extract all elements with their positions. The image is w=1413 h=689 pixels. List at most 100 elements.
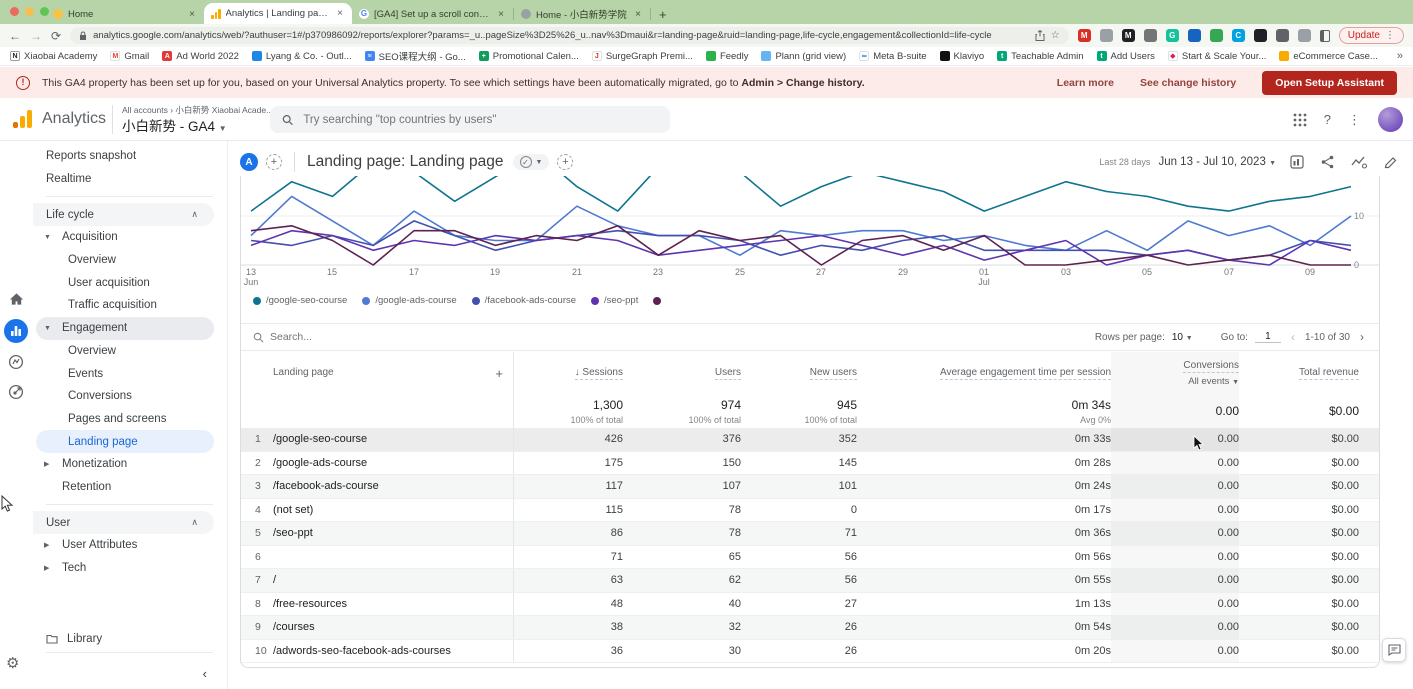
advertising-icon[interactable] [4, 380, 28, 404]
analytics-logo-icon[interactable] [13, 110, 32, 128]
browser-menu-icon[interactable]: ⋮ [1385, 30, 1395, 41]
explore-icon[interactable] [4, 350, 28, 374]
browser-tab-school-home[interactable]: Home - 小白新势学院 × [514, 4, 650, 24]
add-dimension-icon[interactable]: + [495, 366, 503, 381]
conversions-event-filter[interactable]: All events ▼ [1188, 376, 1239, 387]
learn-more-link[interactable]: Learn more [1057, 77, 1114, 89]
search-input[interactable] [303, 114, 658, 126]
minimize-window-button[interactable] [25, 7, 34, 16]
table-row-item[interactable]: 67165560m 56s0.00$0.00 [241, 546, 1379, 570]
extension-icon[interactable] [1100, 29, 1113, 42]
forward-button[interactable]: → [30, 29, 42, 43]
sidebar-item-engagement[interactable]: ▼Engagement [36, 317, 214, 340]
close-window-button[interactable] [10, 7, 19, 16]
back-button[interactable]: ← [9, 29, 21, 43]
sidebar-item-life-cycle[interactable]: Life cycle∧ [33, 203, 214, 226]
sidebar-item-landing-page[interactable]: Landing page [36, 430, 214, 453]
more-menu-icon[interactable]: ⋮ [1348, 112, 1361, 128]
home-icon[interactable] [4, 287, 28, 311]
extension-icon[interactable]: C [1232, 29, 1245, 42]
column-header-landing-page[interactable]: Landing page [273, 367, 334, 379]
bookmark-lyang-co-outl[interactable]: Lyang & Co. - Outl... [252, 51, 352, 62]
sidebar-item-realtime[interactable]: Realtime [33, 168, 227, 191]
browser-tab-ga4-doc[interactable]: G [GA4] Set up a scroll conversi × [352, 4, 513, 24]
table-row-blank[interactable]: 7/6362560m 55s0.00$0.00 [241, 569, 1379, 593]
bookmark-klaviyo[interactable]: Klaviyo [940, 51, 985, 62]
legend-item-seo-ppt[interactable]: /seo-ppt [591, 295, 638, 306]
add-report-button[interactable]: + [557, 154, 573, 170]
bookmark-promotional-calen[interactable]: +Promotional Calen... [479, 51, 579, 62]
bookmark-xiaobai-academy[interactable]: NXiaobai Academy [10, 51, 97, 62]
reload-button[interactable]: ⟳ [51, 29, 61, 43]
close-tab-icon[interactable]: × [496, 9, 506, 20]
extension-icon[interactable] [1298, 29, 1311, 42]
column-header-total-revenue[interactable]: Total revenue [1299, 367, 1359, 380]
sidebar-item-user-acquisition[interactable]: User acquisition [33, 271, 227, 294]
close-tab-icon[interactable]: × [187, 9, 197, 20]
maximize-window-button[interactable] [40, 7, 49, 16]
sidebar-item-retention[interactable]: Retention [33, 476, 227, 499]
close-tab-icon[interactable]: × [633, 9, 643, 20]
sidebar-item-monetization[interactable]: ▶Monetization [33, 453, 227, 476]
table-search[interactable] [253, 331, 1095, 343]
bookmark-add-users[interactable]: tAdd Users [1097, 51, 1155, 62]
bookmark-ad-world-2022[interactable]: AAd World 2022 [162, 51, 239, 62]
new-tab-button[interactable]: + [659, 7, 667, 22]
series-google-seo-course[interactable] [251, 176, 1351, 211]
table-row-seo-ppt[interactable]: 5/seo-ppt8678710m 36s0.00$0.00 [241, 522, 1379, 546]
insights-icon[interactable] [1351, 156, 1367, 169]
extension-icon[interactable]: M [1122, 29, 1135, 42]
sidebar-item-traffic-acquisition[interactable]: Traffic acquisition [33, 294, 227, 317]
extension-icon[interactable] [1188, 29, 1201, 42]
address-bar[interactable]: analytics.google.com/analytics/web/?auth… [70, 27, 1069, 44]
browser-tab-home[interactable]: Home × [46, 4, 204, 24]
extension-icon[interactable] [1210, 29, 1223, 42]
legend-item-item[interactable] [653, 297, 661, 305]
table-row-google-seo-course[interactable]: 1/google-seo-course4263763520m 33s0.00$0… [241, 428, 1379, 452]
extension-icon[interactable]: M [1078, 29, 1091, 42]
side-panel-icon[interactable] [1320, 30, 1330, 42]
bookmark-seo-go[interactable]: ≡SEO课程大纲 - Go... [365, 49, 466, 63]
bookmark-surgegraph-premi[interactable]: JSurgeGraph Premi... [592, 51, 693, 62]
edit-pencil-icon[interactable] [1384, 156, 1397, 169]
sidebar-item-events[interactable]: Events [33, 362, 227, 385]
open-setup-assistant-button[interactable]: Open Setup Assistant [1262, 71, 1397, 95]
window-controls[interactable] [10, 7, 49, 16]
table-row-free-resources[interactable]: 8/free-resources4840271m 13s0.00$0.00 [241, 593, 1379, 617]
column-header-engagement[interactable]: Average engagement time per session [940, 367, 1111, 380]
table-row-google-ads-course[interactable]: 2/google-ads-course1751501450m 28s0.00$0… [241, 452, 1379, 476]
legend-item-google-seo-course[interactable]: /google-seo-course [253, 295, 347, 306]
collapse-sidebar-icon[interactable]: ‹ [203, 666, 207, 681]
avatar[interactable] [1378, 107, 1403, 132]
line-chart[interactable] [241, 176, 1379, 267]
series-seo-ppt[interactable] [251, 231, 1351, 265]
column-header-sessions[interactable]: ↓ Sessions [575, 367, 623, 380]
column-header-users[interactable]: Users [715, 367, 741, 380]
extension-icon[interactable] [1254, 29, 1267, 42]
table-row-facebook-ads-course[interactable]: 3/facebook-ads-course1171071010m 24s0.00… [241, 475, 1379, 499]
extension-icon[interactable] [1144, 29, 1157, 42]
sidebar-item-pages-and-screens[interactable]: Pages and screens [33, 408, 227, 431]
apps-grid-icon[interactable] [1293, 113, 1307, 127]
sidebar-item-tech[interactable]: ▶Tech [33, 557, 227, 580]
column-header-conversions[interactable]: Conversions [1183, 360, 1239, 373]
table-row-courses[interactable]: 9/courses3832260m 54s0.00$0.00 [241, 616, 1379, 640]
sidebar-item-user-attributes[interactable]: ▶User Attributes [33, 534, 227, 557]
sidebar-item-acquisition[interactable]: ▼Acquisition [33, 226, 227, 249]
table-search-input[interactable] [270, 331, 470, 343]
browser-update-button[interactable]: Update ⋮ [1339, 27, 1404, 44]
close-tab-icon[interactable]: × [335, 8, 345, 19]
bookmark-gmail[interactable]: MGmail [110, 51, 149, 62]
table-row-not-set[interactable]: 4(not set)1157800m 17s0.00$0.00 [241, 499, 1379, 523]
sidebar-item-conversions[interactable]: Conversions [33, 385, 227, 408]
bookmark-start-scale-your[interactable]: ◆Start & Scale Your... [1168, 51, 1267, 62]
legend-item-google-ads-course[interactable]: /google-ads-course [362, 295, 456, 306]
goto-page-input[interactable] [1255, 331, 1281, 343]
column-header-new-users[interactable]: New users [810, 367, 857, 380]
browser-tab-analytics[interactable]: Analytics | Landing page: Land × [204, 3, 352, 24]
add-comparison-button[interactable]: + [266, 154, 282, 170]
share-report-icon[interactable] [1321, 155, 1334, 169]
next-page-icon[interactable]: › [1357, 330, 1367, 344]
reports-icon[interactable] [4, 319, 28, 343]
bookmark-meta-b-suite[interactable]: ∞Meta B-suite [859, 51, 926, 62]
